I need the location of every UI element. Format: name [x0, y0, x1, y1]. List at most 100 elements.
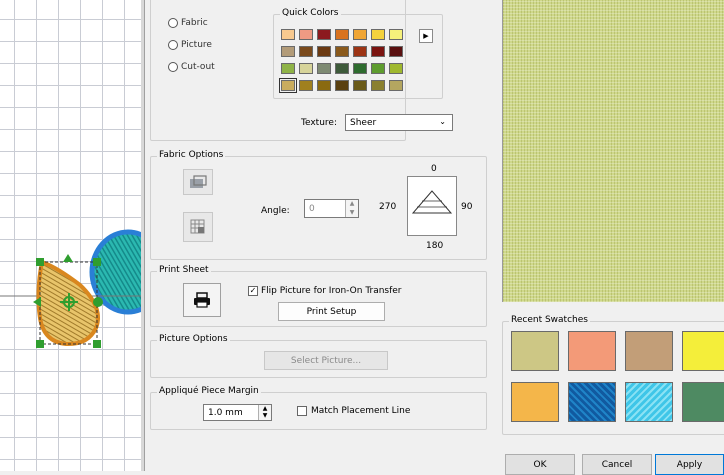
match-placement-label: Match Placement Line: [311, 406, 411, 416]
fabric-options-title: Fabric Options: [157, 150, 226, 160]
radio-picture-label: Picture: [181, 40, 212, 50]
radio-cutout-circle[interactable]: [168, 62, 178, 72]
quick-color-swatch[interactable]: [389, 80, 403, 91]
recent-swatch[interactable]: [511, 331, 559, 371]
handle-right: [93, 297, 103, 307]
angle-input[interactable]: 0 ▲ ▼: [304, 199, 359, 218]
margin-down-icon[interactable]: ▼: [259, 413, 271, 421]
radio-picture[interactable]: Picture: [168, 40, 212, 50]
quick-color-swatch[interactable]: [281, 46, 295, 57]
chevron-down-icon: ⌄: [439, 117, 446, 126]
quick-color-swatch[interactable]: [389, 63, 403, 74]
radio-cutout-label: Cut-out: [181, 62, 215, 72]
radio-picture-circle[interactable]: [168, 40, 178, 50]
recent-swatch[interactable]: [568, 331, 616, 371]
flip-picture-checkbox[interactable]: ✓: [248, 286, 258, 296]
margin-title: Appliqué Piece Margin: [157, 386, 261, 396]
quick-color-swatch[interactable]: [371, 46, 385, 57]
match-placement-checkbox[interactable]: [297, 406, 307, 416]
load-fabric-button[interactable]: [183, 169, 213, 195]
handle-top-left: [36, 258, 44, 266]
texture-select-value: Sheer: [350, 117, 377, 128]
recent-swatch[interactable]: [511, 382, 559, 422]
grid-icon: [190, 219, 205, 234]
angle-spinner[interactable]: ▲ ▼: [345, 200, 358, 217]
design-canvas[interactable]: [0, 0, 141, 471]
fabric-options-group: Fabric Options Angle: 0 ▲ ▼ 0 270 90 180: [150, 150, 487, 260]
quick-color-swatch[interactable]: [299, 29, 313, 40]
recent-swatch[interactable]: [625, 331, 673, 371]
spin-down-icon[interactable]: ▼: [346, 209, 358, 218]
quick-color-swatch[interactable]: [299, 80, 313, 91]
dial-label-bottom: 180: [426, 241, 444, 251]
quick-color-swatch[interactable]: [335, 80, 349, 91]
texture-label: Texture:: [301, 118, 337, 128]
quick-color-swatch[interactable]: [281, 29, 295, 40]
quick-color-swatch[interactable]: [279, 78, 297, 93]
margin-group: Appliqué Piece Margin 1.0 mm ▲ ▼ Match Pl…: [150, 386, 487, 430]
quick-color-swatch[interactable]: [371, 29, 385, 40]
picture-options-group: Picture Options Select Picture...: [150, 334, 487, 378]
quick-color-swatch[interactable]: [389, 46, 403, 57]
spin-up-icon[interactable]: ▲: [346, 200, 358, 209]
recent-swatch[interactable]: [625, 382, 673, 422]
quick-color-swatch[interactable]: [353, 63, 367, 74]
quick-colors-grid: [274, 15, 442, 98]
ok-button[interactable]: OK: [505, 454, 575, 475]
handle-bottom-right: [93, 340, 101, 348]
quick-colors-group: Quick Colors ▶: [273, 8, 443, 99]
dial-label-left: 270: [379, 202, 397, 212]
angle-label: Angle:: [261, 206, 290, 216]
quick-color-swatch[interactable]: [335, 46, 349, 57]
margin-spinner[interactable]: ▲ ▼: [258, 405, 271, 420]
print-sheet-group: Print Sheet ✓ Flip Picture for Iron-On T…: [150, 265, 487, 327]
recent-swatch[interactable]: [682, 382, 724, 422]
applique-dialog: Fabric Picture Cut-out Quick Colors ▶ Te…: [141, 0, 724, 475]
margin-input[interactable]: 1.0 mm ▲ ▼: [203, 404, 272, 421]
quick-color-swatch[interactable]: [317, 63, 331, 74]
flip-picture-label: Flip Picture for Iron-On Transfer: [261, 286, 402, 296]
angle-dial[interactable]: [407, 176, 457, 236]
quick-color-swatch[interactable]: [353, 80, 367, 91]
quick-color-swatch[interactable]: [371, 63, 385, 74]
quick-color-swatch[interactable]: [317, 29, 331, 40]
quick-color-swatch[interactable]: [281, 63, 295, 74]
print-setup-button[interactable]: Print Setup: [278, 302, 385, 321]
apply-button[interactable]: Apply: [655, 454, 724, 475]
quick-color-swatch[interactable]: [389, 29, 403, 40]
match-placement-row[interactable]: Match Placement Line: [297, 406, 410, 416]
texture-select[interactable]: Sheer ⌄: [345, 114, 453, 131]
fabric-preview: [502, 0, 724, 302]
margin-input-value: 1.0 mm: [208, 407, 243, 418]
quick-color-swatch[interactable]: [335, 29, 349, 40]
quick-color-swatch[interactable]: [317, 46, 331, 57]
flip-picture-checkbox-row[interactable]: ✓ Flip Picture for Iron-On Transfer: [248, 286, 402, 296]
quick-color-swatch[interactable]: [353, 29, 367, 40]
more-colors-button[interactable]: ▶: [419, 29, 433, 43]
panel-divider: [141, 0, 145, 471]
fabric-grid-button[interactable]: [183, 212, 213, 242]
radio-cutout[interactable]: Cut-out: [168, 62, 215, 72]
quick-color-swatch[interactable]: [299, 63, 313, 74]
recent-swatches-title: Recent Swatches: [509, 315, 590, 325]
select-picture-button[interactable]: Select Picture...: [264, 351, 388, 370]
radio-fabric-circle[interactable]: [168, 18, 178, 28]
cancel-button[interactable]: Cancel: [582, 454, 652, 475]
recent-swatch[interactable]: [568, 382, 616, 422]
triangle-right-icon: ▶: [423, 32, 429, 40]
radio-fabric[interactable]: Fabric: [168, 18, 208, 28]
print-button[interactable]: [183, 283, 221, 317]
quick-color-swatch[interactable]: [371, 80, 385, 91]
handle-bottom-left: [36, 340, 44, 348]
quick-color-swatch[interactable]: [335, 63, 349, 74]
quick-color-swatch[interactable]: [317, 80, 331, 91]
quick-color-swatch[interactable]: [299, 46, 313, 57]
triangle-dial-icon: [411, 190, 453, 214]
printer-icon: [194, 292, 210, 308]
quick-color-swatch[interactable]: [353, 46, 367, 57]
radio-fabric-label: Fabric: [181, 18, 208, 28]
recent-swatch[interactable]: [682, 331, 724, 371]
dial-label-top: 0: [431, 164, 437, 174]
dial-label-right: 90: [461, 202, 473, 212]
picture-options-title: Picture Options: [157, 334, 230, 344]
